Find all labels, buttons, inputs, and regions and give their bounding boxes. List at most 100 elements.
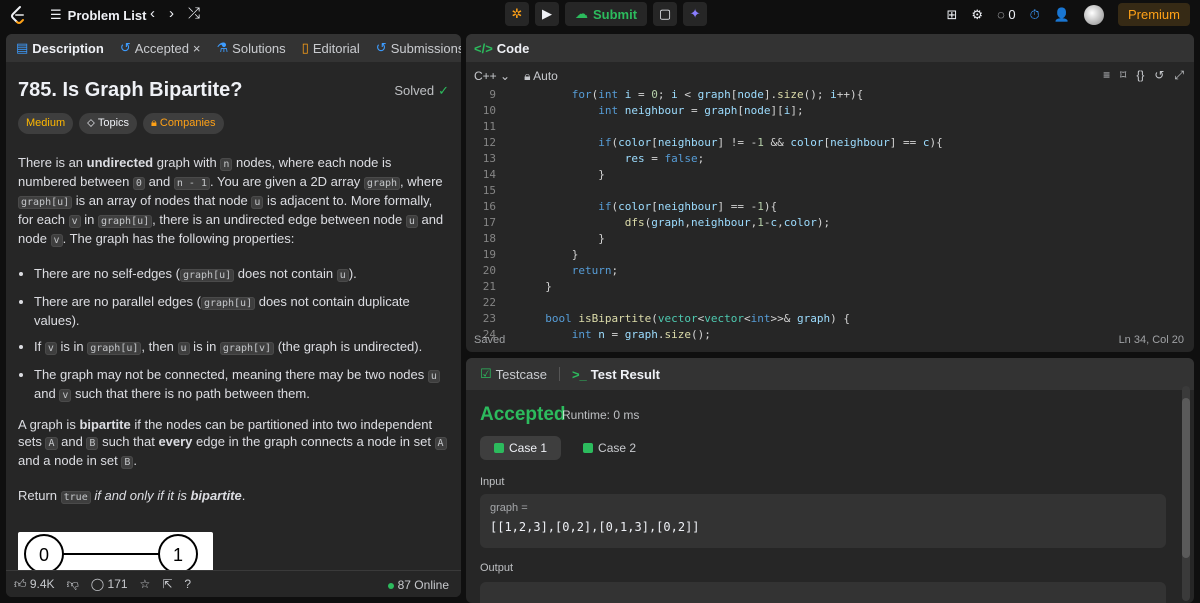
like-button[interactable]: 👍︎ 9.4K	[14, 577, 55, 592]
bookmark-icon[interactable]: ⌑	[1120, 68, 1126, 83]
code-line: bool isBipartite(vector<vector<int>>& gr…	[545, 312, 850, 325]
close-icon[interactable]: ×	[193, 41, 201, 56]
node-0-label: 0	[39, 545, 49, 565]
return-paragraph: Return true if and only if it is biparti…	[18, 487, 449, 506]
streak-fire-icon[interactable]: ◌ 0	[997, 7, 1016, 22]
braces-icon[interactable]: {}	[1136, 68, 1144, 83]
left-footer: 👍︎ 9.4K 👎︎ ◯ 171 ☆ ⇱ ? 87 Online	[6, 570, 461, 597]
tab-accepted[interactable]: ↺ Accepted ×	[116, 40, 205, 56]
inline-code: u	[177, 342, 190, 355]
tab-testcase[interactable]: ☑ Testcase	[476, 366, 551, 382]
list-item: The graph may not be connected, meaning …	[34, 366, 449, 404]
upload-cloud-icon: ☁	[575, 6, 588, 21]
tab-solutions[interactable]: ⚗ Solutions	[213, 40, 290, 56]
online-dot	[387, 583, 394, 589]
difficulty-badge: Medium	[18, 113, 74, 134]
expand-icon[interactable]: ⤢	[1174, 68, 1184, 83]
add-user-icon[interactable]: 👤	[1054, 7, 1070, 23]
user-toolbar: ⊞ ⚙ ◌ 0 ⏱ 👤 Premium	[947, 3, 1190, 26]
language-select[interactable]: C++ ⌄	[474, 69, 510, 83]
scrollbar-thumb[interactable]	[1182, 398, 1190, 558]
likes-count: 9.4K	[29, 576, 55, 591]
left-tabs: ▤ Description ↺ Accepted × ⚗ Solutions ▯…	[6, 34, 461, 62]
text: and	[34, 386, 60, 401]
text: There are no parallel edges (	[34, 294, 201, 309]
code-line: int neighbour = graph[node][i];	[598, 104, 804, 117]
test-panel: ☑ Testcase >_ Test Result Accepted Runti…	[466, 358, 1194, 603]
next-problem-icon[interactable]: ›	[169, 5, 174, 22]
problem-description: 785. Is Graph Bipartite? Solved ✓ Medium…	[6, 80, 461, 561]
document-icon: ▤	[16, 40, 29, 55]
star-icon[interactable]: ☆	[140, 577, 151, 591]
tab-test-result[interactable]: >_ Test Result	[568, 367, 664, 382]
text: . The graph has the following properties…	[62, 231, 295, 246]
line-number: 22	[482, 296, 496, 309]
debug-icon[interactable]: ✲	[505, 2, 529, 26]
inline-code: u	[427, 370, 440, 383]
text: , there is an undirected edge between no…	[152, 212, 406, 227]
code-line: }	[532, 280, 552, 293]
line-number: 16	[482, 200, 496, 213]
tab-description[interactable]: ▤ Description	[12, 40, 108, 56]
check-circle-icon: ✓	[438, 83, 449, 98]
ai-sparkle-icon[interactable]: ✦	[683, 2, 708, 26]
inline-code: graph[u]	[200, 297, 256, 310]
problem-nav: ‹ › ⤮	[150, 5, 200, 22]
code-editor[interactable]: 9 10 11 12 13 14 15 16 17 18 19 20 21 22…	[466, 86, 1194, 341]
flask-icon: ⚗	[216, 40, 229, 55]
reset-icon[interactable]: ↺	[1154, 68, 1164, 83]
tab-label: Test Result	[590, 366, 660, 382]
submit-button[interactable]: ☁ Submit	[565, 2, 648, 26]
description-panel: ▤ Description ↺ Accepted × ⚗ Solutions ▯…	[6, 34, 461, 597]
text: and	[144, 174, 174, 189]
case-tabs: Case 1 Case 2	[480, 436, 650, 460]
dislike-icon[interactable]: 👎︎	[67, 577, 79, 592]
line-number: 19	[482, 248, 496, 261]
inline-code: A	[434, 437, 447, 450]
lock-icon: 🔒︎	[151, 117, 157, 129]
companies-badge[interactable]: 🔒︎ Companies	[143, 113, 224, 134]
problem-list-button[interactable]: ☰ Problem List	[50, 7, 146, 23]
comments-button[interactable]: ◯ 171	[91, 577, 128, 591]
text: . You are given a 2D array	[209, 174, 364, 189]
shuffle-icon[interactable]: ⤮	[188, 5, 200, 22]
problem-header: 785. Is Graph Bipartite? Solved ✓	[18, 80, 449, 100]
auto-mode[interactable]: 🔒︎ Auto	[524, 69, 558, 84]
inline-code: u	[336, 269, 349, 282]
tab-submissions[interactable]: ↺ Submissions	[372, 40, 461, 56]
settings-gear-icon[interactable]: ⚙	[971, 7, 983, 23]
avatar[interactable]	[1083, 4, 1104, 25]
code-panel: </> Code C++ ⌄ 🔒︎ Auto ≡ ⌑ {} ↺ ⤢ 9 10 1…	[466, 34, 1194, 352]
run-button[interactable]: ▶	[535, 2, 559, 26]
case-2-tab[interactable]: Case 2	[569, 436, 650, 460]
code-line: }	[532, 168, 605, 181]
text: such that	[98, 434, 159, 449]
inline-code: graph[v]	[219, 342, 275, 355]
prev-problem-icon[interactable]: ‹	[150, 5, 155, 22]
mode-label: Auto	[533, 68, 558, 83]
notes-icon[interactable]: ▢	[653, 2, 678, 26]
leetcode-logo-icon[interactable]	[8, 5, 28, 25]
inline-code: v	[68, 215, 81, 228]
share-icon[interactable]: ⇱	[162, 577, 172, 591]
case-1-tab[interactable]: Case 1	[480, 436, 562, 460]
output-box	[480, 582, 1166, 603]
text: is in	[189, 339, 220, 354]
text: A graph is	[18, 417, 80, 432]
text: ).	[348, 266, 357, 281]
format-icon[interactable]: ≡	[1103, 68, 1110, 83]
text: bipartite	[190, 488, 242, 503]
text: and a node in set	[18, 453, 122, 468]
topics-badge[interactable]: ⬦ Topics	[79, 113, 138, 134]
line-number: 10	[482, 104, 496, 117]
line-number: 14	[482, 168, 496, 181]
code-line: if(color[neighbour] == -1){	[598, 200, 778, 213]
layout-grid-icon[interactable]: ⊞	[947, 7, 958, 23]
help-icon[interactable]: ?	[184, 577, 191, 591]
list-item: There are no self-edges (graph[u] does n…	[34, 265, 449, 284]
timer-icon[interactable]: ⏱	[1030, 7, 1040, 23]
premium-button[interactable]: Premium	[1117, 3, 1190, 26]
text: There are no self-edges (	[34, 266, 180, 281]
inline-code: 0	[132, 177, 145, 190]
tab-editorial[interactable]: ▯ Editorial	[298, 40, 364, 56]
